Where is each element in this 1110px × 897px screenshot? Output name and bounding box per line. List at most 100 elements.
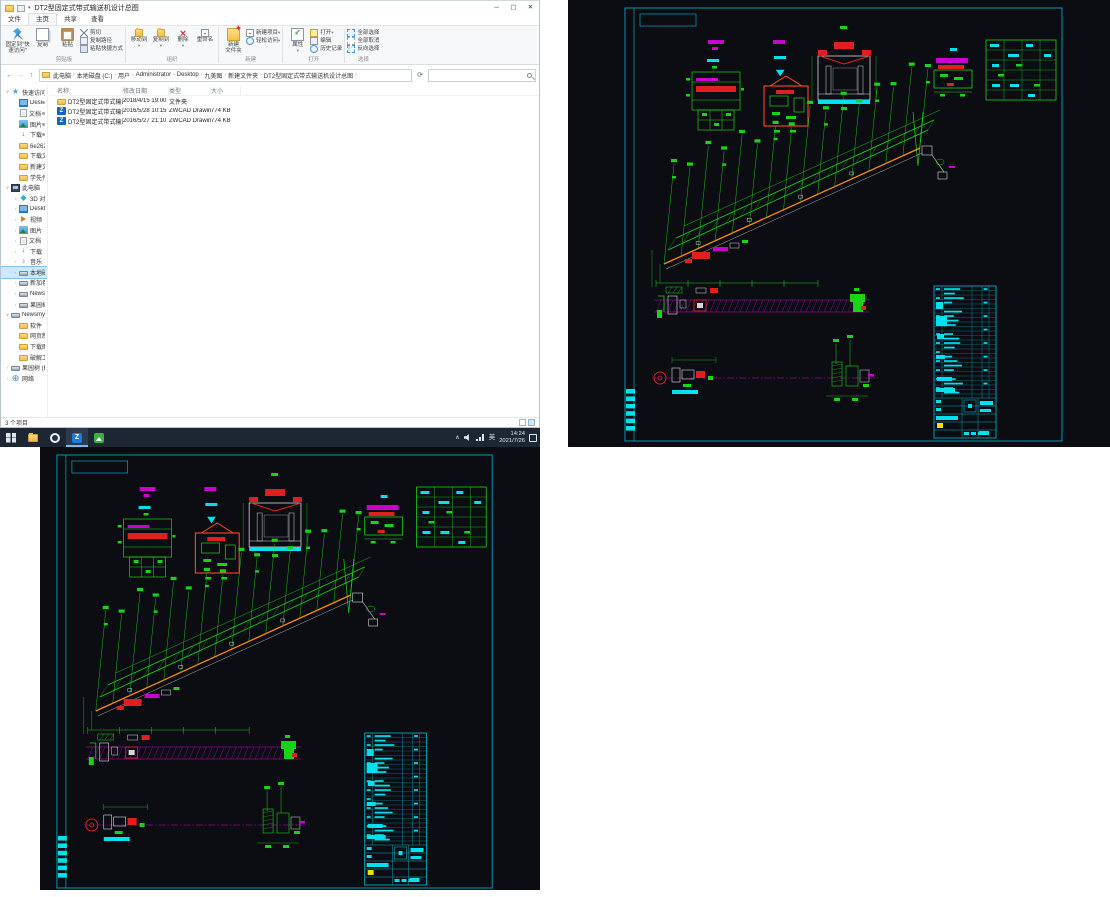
- new-item-button[interactable]: 新建项目▾: [246, 29, 280, 37]
- sidebar-item[interactable]: 破解工具: [1, 352, 47, 363]
- sidebar-item[interactable]: 文档: [1, 108, 47, 119]
- sidebar-item[interactable]: › 图片: [1, 225, 47, 236]
- breadcrumb-item[interactable]: 新建文件夹: [228, 71, 258, 80]
- sidebar-item[interactable]: 下载: [1, 129, 47, 140]
- paste-shortcut-button[interactable]: 粘贴快捷方式: [80, 45, 123, 53]
- expander-arrow-icon[interactable]: ›: [12, 196, 19, 201]
- file-row[interactable]: DT2型固定式带式输送机设计总图 (第... 2018/4/15 19:00 文…: [49, 96, 539, 106]
- expander-arrow-icon[interactable]: ›: [12, 259, 19, 264]
- sidebar-item[interactable]: 下载文件夹: [1, 151, 47, 162]
- qat-chevron-down-icon[interactable]: ▾: [28, 5, 31, 11]
- action-center-icon[interactable]: [529, 434, 537, 442]
- expander-arrow-icon[interactable]: ›: [12, 206, 19, 211]
- sidebar-item[interactable]: 下载图纸: [1, 341, 47, 352]
- select-none-button[interactable]: 全部取消: [347, 37, 379, 45]
- up-button[interactable]: ↑: [26, 72, 37, 79]
- easy-access-button[interactable]: 轻松访问▾: [246, 37, 280, 45]
- properties-button[interactable]: 属性 ▾: [285, 27, 310, 54]
- copy-path-button[interactable]: 复制路径: [80, 37, 123, 45]
- taskbar-app-button[interactable]: [22, 428, 44, 447]
- breadcrumb[interactable]: 此电脑 › 本地磁盘 (C:) › 用户 ›: [39, 69, 412, 82]
- expander-arrow-icon[interactable]: ›: [12, 228, 19, 233]
- sidebar-item[interactable]: › 网络: [1, 373, 47, 384]
- column-header[interactable]: 修改日期: [123, 86, 169, 95]
- paste-button[interactable]: 粘贴: [55, 27, 80, 48]
- copy-button[interactable]: 复制: [30, 27, 55, 48]
- breadcrumb-item[interactable]: Desktop: [177, 72, 199, 78]
- expander-arrow-icon[interactable]: ›: [12, 280, 19, 285]
- file-row[interactable]: DT2型固定式带式输送机设计总图 (第... 2016/5/27 21:10 Z…: [49, 116, 539, 126]
- sidebar-item[interactable]: ∨ 快速访问: [1, 87, 47, 98]
- quick-access-toolbar-icon[interactable]: [17, 5, 25, 12]
- taskbar-app-button[interactable]: Z: [66, 428, 88, 447]
- ribbon-tab[interactable]: 主页: [28, 13, 57, 25]
- sidebar-item[interactable]: › 视频: [1, 214, 47, 225]
- sidebar-item[interactable]: › Desktop: [1, 204, 47, 215]
- expander-arrow-icon[interactable]: ›: [4, 365, 11, 370]
- invert-selection-button[interactable]: 反向选择: [347, 45, 379, 53]
- forward-button[interactable]: →: [15, 72, 26, 79]
- expander-arrow-icon[interactable]: ∨: [4, 312, 11, 318]
- expander-arrow-icon[interactable]: ›: [12, 302, 19, 307]
- expander-arrow-icon[interactable]: ›: [12, 249, 19, 254]
- ribbon-tab[interactable]: 查看: [84, 14, 111, 25]
- taskbar-app-button[interactable]: [44, 428, 66, 447]
- sidebar-item[interactable]: 软件: [1, 320, 47, 331]
- sidebar-item[interactable]: › 文档: [1, 235, 47, 246]
- copy-to-button[interactable]: 复制到▾: [150, 27, 172, 49]
- breadcrumb-item[interactable]: Administrator: [136, 72, 171, 78]
- sidebar-item[interactable]: › 果园树 (F:): [1, 362, 47, 373]
- history-button[interactable]: 历史记录: [310, 45, 342, 53]
- breadcrumb-item[interactable]: 本地磁盘 (C:): [77, 71, 113, 80]
- search-input[interactable]: [428, 69, 536, 82]
- refresh-icon[interactable]: ⟳: [414, 71, 426, 79]
- sidebar-item[interactable]: 学先传: [1, 172, 47, 183]
- sidebar-item[interactable]: › 新加卷 (D:): [1, 278, 47, 289]
- sidebar-item[interactable]: 网页制作: [1, 331, 47, 342]
- expander-arrow-icon[interactable]: ›: [12, 291, 19, 296]
- large-icons-view-toggle-icon[interactable]: [528, 419, 535, 426]
- maximize-button[interactable]: ▢: [505, 1, 522, 15]
- sidebar-item[interactable]: 6e26281113S 【23: [1, 140, 47, 151]
- back-button[interactable]: ←: [4, 72, 15, 79]
- pin-to-quick-access-button[interactable]: 固定到"快 速访问": [5, 27, 30, 54]
- ribbon-tab[interactable]: 文件: [1, 14, 28, 25]
- breadcrumb-item[interactable]: DT2型固定式带式输送机设计总图: [264, 71, 353, 80]
- sidebar-item[interactable]: ∨ 此电脑: [1, 182, 47, 193]
- expander-arrow-icon[interactable]: ∨: [4, 89, 11, 95]
- column-header[interactable]: 名称: [57, 86, 123, 95]
- sidebar-item[interactable]: › 本地磁盘 (C:): [1, 267, 47, 278]
- expander-arrow-icon[interactable]: ∨: [4, 185, 11, 191]
- expander-arrow-icon[interactable]: ›: [12, 270, 19, 275]
- sidebar-item[interactable]: 图片: [1, 119, 47, 130]
- close-button[interactable]: ✕: [522, 1, 539, 15]
- sidebar-item[interactable]: 新建文件夹: [1, 161, 47, 172]
- sidebar-item[interactable]: › Newsmy (E:): [1, 288, 47, 299]
- list-view-toggle-icon[interactable]: [519, 419, 526, 426]
- file-row[interactable]: DT2型固定式带式输送机设计总图 (第... 2016/5/28 10:15 Z…: [49, 106, 539, 116]
- taskbar-clock[interactable]: 14:24 2021/7/26: [499, 431, 525, 445]
- hidden-icons-chevron-icon[interactable]: ∧: [455, 434, 459, 441]
- expander-arrow-icon[interactable]: ›: [12, 238, 19, 243]
- sidebar-item[interactable]: Desktop: [1, 98, 47, 109]
- column-header[interactable]: 大小: [211, 86, 241, 95]
- select-all-button[interactable]: 全部选择: [347, 29, 379, 37]
- taskbar-app-button[interactable]: [88, 428, 110, 447]
- cut-button[interactable]: 剪切: [80, 29, 123, 37]
- expander-arrow-icon[interactable]: ›: [4, 376, 11, 381]
- rename-button[interactable]: 重命名: [194, 27, 216, 43]
- breadcrumb-item[interactable]: 用户: [118, 71, 130, 80]
- breadcrumb-item[interactable]: 九美图: [204, 71, 222, 80]
- ribbon-tab[interactable]: 共享: [57, 14, 84, 25]
- breadcrumb-item[interactable]: 此电脑: [53, 71, 71, 80]
- sidebar-item[interactable]: ∨ Newsmy (E:): [1, 309, 47, 320]
- sidebar-item[interactable]: › 果园树 (F:): [1, 299, 47, 310]
- open-button[interactable]: 打开▾: [310, 29, 342, 37]
- taskbar-app-button[interactable]: [0, 428, 22, 447]
- move-to-button[interactable]: 移动到▾: [128, 27, 150, 49]
- sidebar-item[interactable]: › 音乐: [1, 257, 47, 268]
- edit-button[interactable]: 编辑: [310, 37, 342, 45]
- delete-button[interactable]: ×删除▾: [172, 27, 194, 49]
- new-folder-button[interactable]: 新建 文件夹: [221, 27, 246, 54]
- sidebar-item[interactable]: › 3D 对象: [1, 193, 47, 204]
